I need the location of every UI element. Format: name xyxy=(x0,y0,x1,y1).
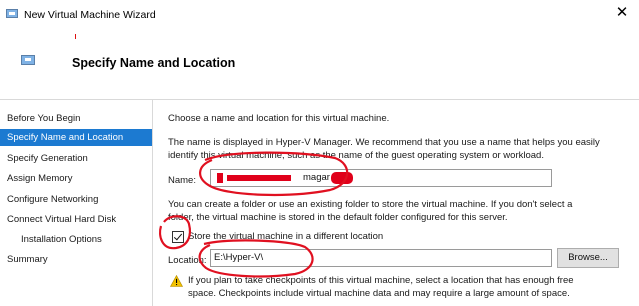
location-label: Location: xyxy=(168,255,207,266)
store-different-location-checkbox[interactable] xyxy=(172,231,184,243)
name-label: Name: xyxy=(168,175,196,186)
location-input[interactable]: E:\Hyper-V\ xyxy=(210,249,552,267)
nav-item-configure-networking[interactable]: Configure Networking xyxy=(0,191,152,208)
page-title: Specify Name and Location xyxy=(72,56,236,70)
window-title: New Virtual Machine Wizard xyxy=(24,9,156,21)
nav-item-specify-name-and-location[interactable]: Specify Name and Location xyxy=(0,129,152,146)
warning-icon xyxy=(170,275,183,287)
warning-text-line1: If you plan to take checkpoints of this … xyxy=(188,275,574,286)
wizard-content: Choose a name and location for this virt… xyxy=(168,100,639,306)
nav-item-summary[interactable]: Summary xyxy=(0,251,152,268)
redaction xyxy=(227,175,291,181)
name-help-text-line2: identify this virtual machine, such as t… xyxy=(168,150,544,161)
nav-item-before-you-begin[interactable]: Before You Begin xyxy=(0,110,152,127)
virtual-machine-icon xyxy=(21,55,35,65)
close-button[interactable]: ✕ xyxy=(611,2,633,24)
nav-item-connect-virtual-hard-disk[interactable]: Connect Virtual Hard Disk xyxy=(0,211,152,228)
annotation-mark xyxy=(75,34,76,39)
store-different-location-label[interactable]: Store the virtual machine in a different… xyxy=(188,230,383,243)
nav-item-assign-memory[interactable]: Assign Memory xyxy=(0,170,152,187)
intro-text: Choose a name and location for this virt… xyxy=(168,113,390,124)
folder-help-text-line2: folder, the virtual machine is stored in… xyxy=(168,212,508,223)
name-value-visible: magar xyxy=(303,172,330,183)
nav-divider xyxy=(152,100,153,306)
redaction xyxy=(217,173,223,183)
title-bar: New Virtual Machine Wizard ✕ xyxy=(0,0,639,31)
wizard-steps-nav: Before You Begin Specify Name and Locati… xyxy=(0,106,152,306)
warning-text-line2: space. Checkpoints include virtual machi… xyxy=(188,288,570,299)
browse-button[interactable]: Browse... xyxy=(557,248,619,268)
name-help-text-line1: The name is displayed in Hyper-V Manager… xyxy=(168,137,600,148)
nav-item-installation-options[interactable]: Installation Options xyxy=(0,231,152,248)
virtual-machine-icon xyxy=(6,9,18,18)
nav-item-specify-generation[interactable]: Specify Generation xyxy=(0,150,152,167)
folder-help-text-line1: You can create a folder or use an existi… xyxy=(168,199,573,210)
redaction xyxy=(331,172,353,184)
name-input[interactable]: magar xyxy=(210,169,552,187)
wizard-header: Specify Name and Location xyxy=(0,31,639,99)
